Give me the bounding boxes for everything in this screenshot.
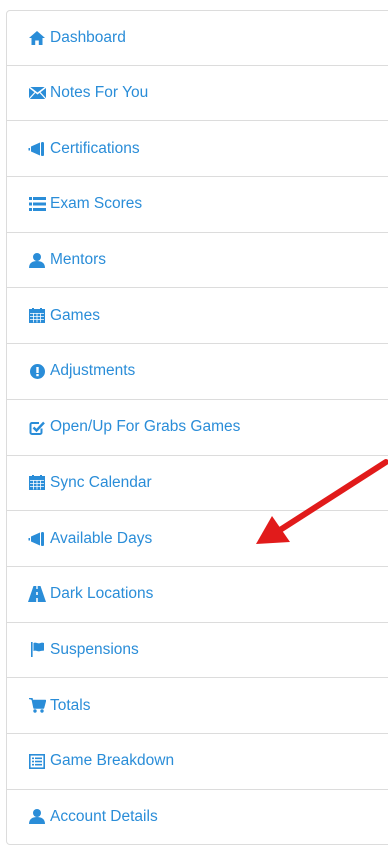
envelope-icon [28,85,46,101]
nav-item-available-days[interactable]: Available Days [6,511,388,567]
nav-item-account-details[interactable]: Account Details [6,789,388,846]
nav-item-games[interactable]: Games [6,288,388,345]
sidebar-nav: Dashboard Notes For You Certifications E… [6,10,388,846]
nav-item-game-breakdown[interactable]: Game Breakdown [6,733,388,790]
nav-item-adjustments[interactable]: Adjustments [6,344,388,400]
nav-item-notes-for-you[interactable]: Notes For You [6,65,388,122]
list-alt-icon [28,753,46,769]
nav-item-label: Sync Calendar [50,473,152,491]
bullhorn-icon [28,141,46,157]
nav-item-sync-calendar[interactable]: Sync Calendar [6,455,388,512]
nav-item-label: Available Days [50,529,153,547]
nav-item-certifications[interactable]: Certifications [6,121,388,178]
nav-item-label: Suspensions [50,640,139,658]
shopping-cart-icon [28,698,46,714]
nav-item-totals[interactable]: Totals [6,678,388,734]
bullhorn-icon [28,531,46,547]
flag-icon [28,642,46,658]
user-icon [28,809,46,825]
list-icon [28,196,46,212]
nav-item-label: Totals [50,696,91,714]
nav-item-label: Notes For You [50,84,149,102]
check-square-icon [28,419,46,435]
calendar-icon [28,308,46,324]
nav-item-label: Exam Scores [50,195,143,213]
nav-item-label: Certifications [50,139,140,157]
nav-item-label: Games [50,306,100,324]
nav-item-dashboard[interactable]: Dashboard [6,10,388,66]
nav-item-label: Dark Locations [50,585,154,603]
nav-item-exam-scores[interactable]: Exam Scores [6,177,388,233]
nav-item-open-up-for-grabs-games[interactable]: Open/Up For Grabs Games [6,399,388,456]
nav-item-label: Mentors [50,251,106,269]
nav-item-label: Account Details [50,807,158,825]
home-icon [28,30,46,46]
road-icon [28,586,46,603]
calendar-icon [28,475,46,491]
nav-item-label: Game Breakdown [50,752,175,770]
nav-item-mentors[interactable]: Mentors [6,232,388,289]
nav-item-label: Dashboard [50,28,126,46]
nav-item-suspensions[interactable]: Suspensions [6,622,388,679]
nav-item-dark-locations[interactable]: Dark Locations [6,566,388,623]
user-icon [28,252,46,268]
exclamation-circle-icon [28,363,46,379]
nav-item-label: Adjustments [50,362,136,380]
nav-item-label: Open/Up For Grabs Games [50,418,241,436]
